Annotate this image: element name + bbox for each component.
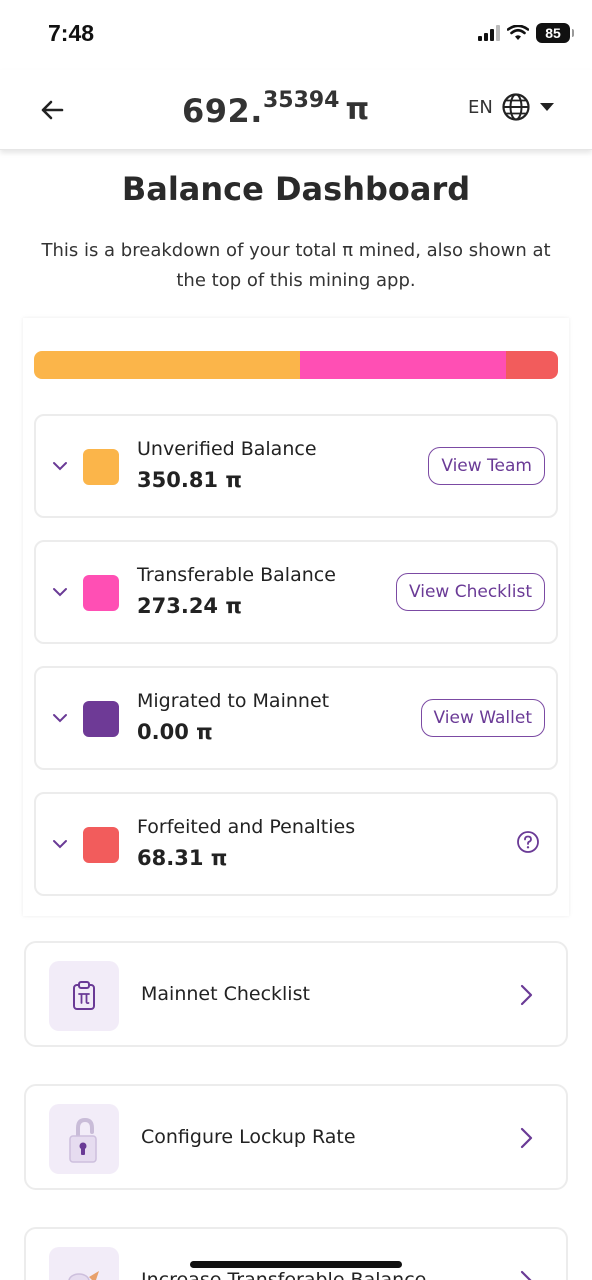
clipboard-pi-icon [73, 981, 95, 1010]
back-button[interactable] [36, 94, 68, 126]
configure-lockup-rate-card[interactable]: Configure Lockup Rate [24, 1084, 568, 1190]
view-team-button[interactable]: View Team [428, 447, 545, 485]
home-indicator [190, 1261, 402, 1268]
balance-breakdown-card: Unverified Balance 350.81 π View Team Tr… [23, 318, 569, 916]
balance-decimal: 35394 [262, 88, 340, 113]
chevron-down-icon[interactable] [52, 710, 68, 726]
progress-segment-forfeited [506, 351, 558, 379]
status-icons: 85 [478, 23, 574, 43]
color-swatch-transferable [83, 575, 119, 611]
balance-row-unverified[interactable]: Unverified Balance 350.81 π View Team [34, 414, 558, 518]
balance-row-migrated[interactable]: Migrated to Mainnet 0.00 π View Wallet [34, 666, 558, 770]
row-label: Migrated to Mainnet [137, 690, 330, 712]
header-balance: 692. 35394 π [182, 84, 369, 130]
row-label: Unverified Balance [137, 438, 317, 460]
page-title: Balance Dashboard [121, 170, 471, 208]
color-swatch-forfeited [83, 827, 119, 863]
action-icon-box [49, 1104, 119, 1174]
chevron-down-icon[interactable] [52, 458, 68, 474]
chevron-right-icon [520, 1270, 532, 1280]
row-value: 68.31 π [137, 846, 228, 870]
row-value: 273.24 π [137, 594, 242, 618]
action-label: Configure Lockup Rate [141, 1126, 356, 1148]
chevron-down-icon[interactable] [52, 584, 68, 600]
help-icon[interactable] [516, 830, 540, 854]
rocket-icon [68, 1271, 99, 1280]
row-value: 350.81 π [137, 468, 242, 492]
action-label: Mainnet Checklist [141, 983, 310, 1005]
row-label: Transferable Balance [137, 564, 336, 586]
wifi-icon [507, 25, 529, 40]
status-time: 7:48 [48, 20, 95, 46]
page-subtitle: This is a breakdown of your total π mine… [41, 240, 551, 291]
increase-transferable-balance-card[interactable]: Increase Transferable Balance [24, 1227, 568, 1280]
signal-icon [478, 25, 500, 41]
balance-row-transferable[interactable]: Transferable Balance 273.24 π View Check… [34, 540, 558, 644]
padlock-icon [69, 1117, 97, 1163]
status-bar: 7:48 85 [0, 0, 592, 70]
caret-down-icon [539, 103, 554, 111]
battery-icon: 85 [536, 23, 574, 43]
language-selector[interactable]: EN [468, 92, 555, 122]
row-value: 0.00 π [137, 720, 213, 744]
view-wallet-button[interactable]: View Wallet [420, 699, 545, 737]
globe-icon [502, 93, 530, 121]
progress-segment-unverified [34, 351, 300, 379]
chevron-right-icon [520, 984, 533, 1006]
progress-segment-transferable [299, 351, 507, 379]
color-swatch-unverified [83, 449, 119, 485]
app-header: 692. 35394 π EN [0, 70, 592, 150]
action-label: Increase Transferable Balance [141, 1269, 427, 1280]
balance-progress-bar [34, 351, 558, 379]
row-label: Forfeited and Penalties [137, 816, 356, 838]
language-label: EN [468, 96, 493, 118]
balance-row-forfeited[interactable]: Forfeited and Penalties 68.31 π [34, 792, 558, 896]
action-icon-box [49, 1247, 119, 1280]
action-icon-box [49, 961, 119, 1031]
mainnet-checklist-card[interactable]: Mainnet Checklist [24, 941, 568, 1047]
chevron-right-icon [520, 1127, 533, 1149]
balance-integer: 692. [182, 92, 263, 130]
view-checklist-button[interactable]: View Checklist [395, 573, 545, 611]
chevron-down-icon[interactable] [52, 836, 68, 852]
color-swatch-migrated [83, 701, 119, 737]
pi-symbol: π [345, 92, 370, 127]
